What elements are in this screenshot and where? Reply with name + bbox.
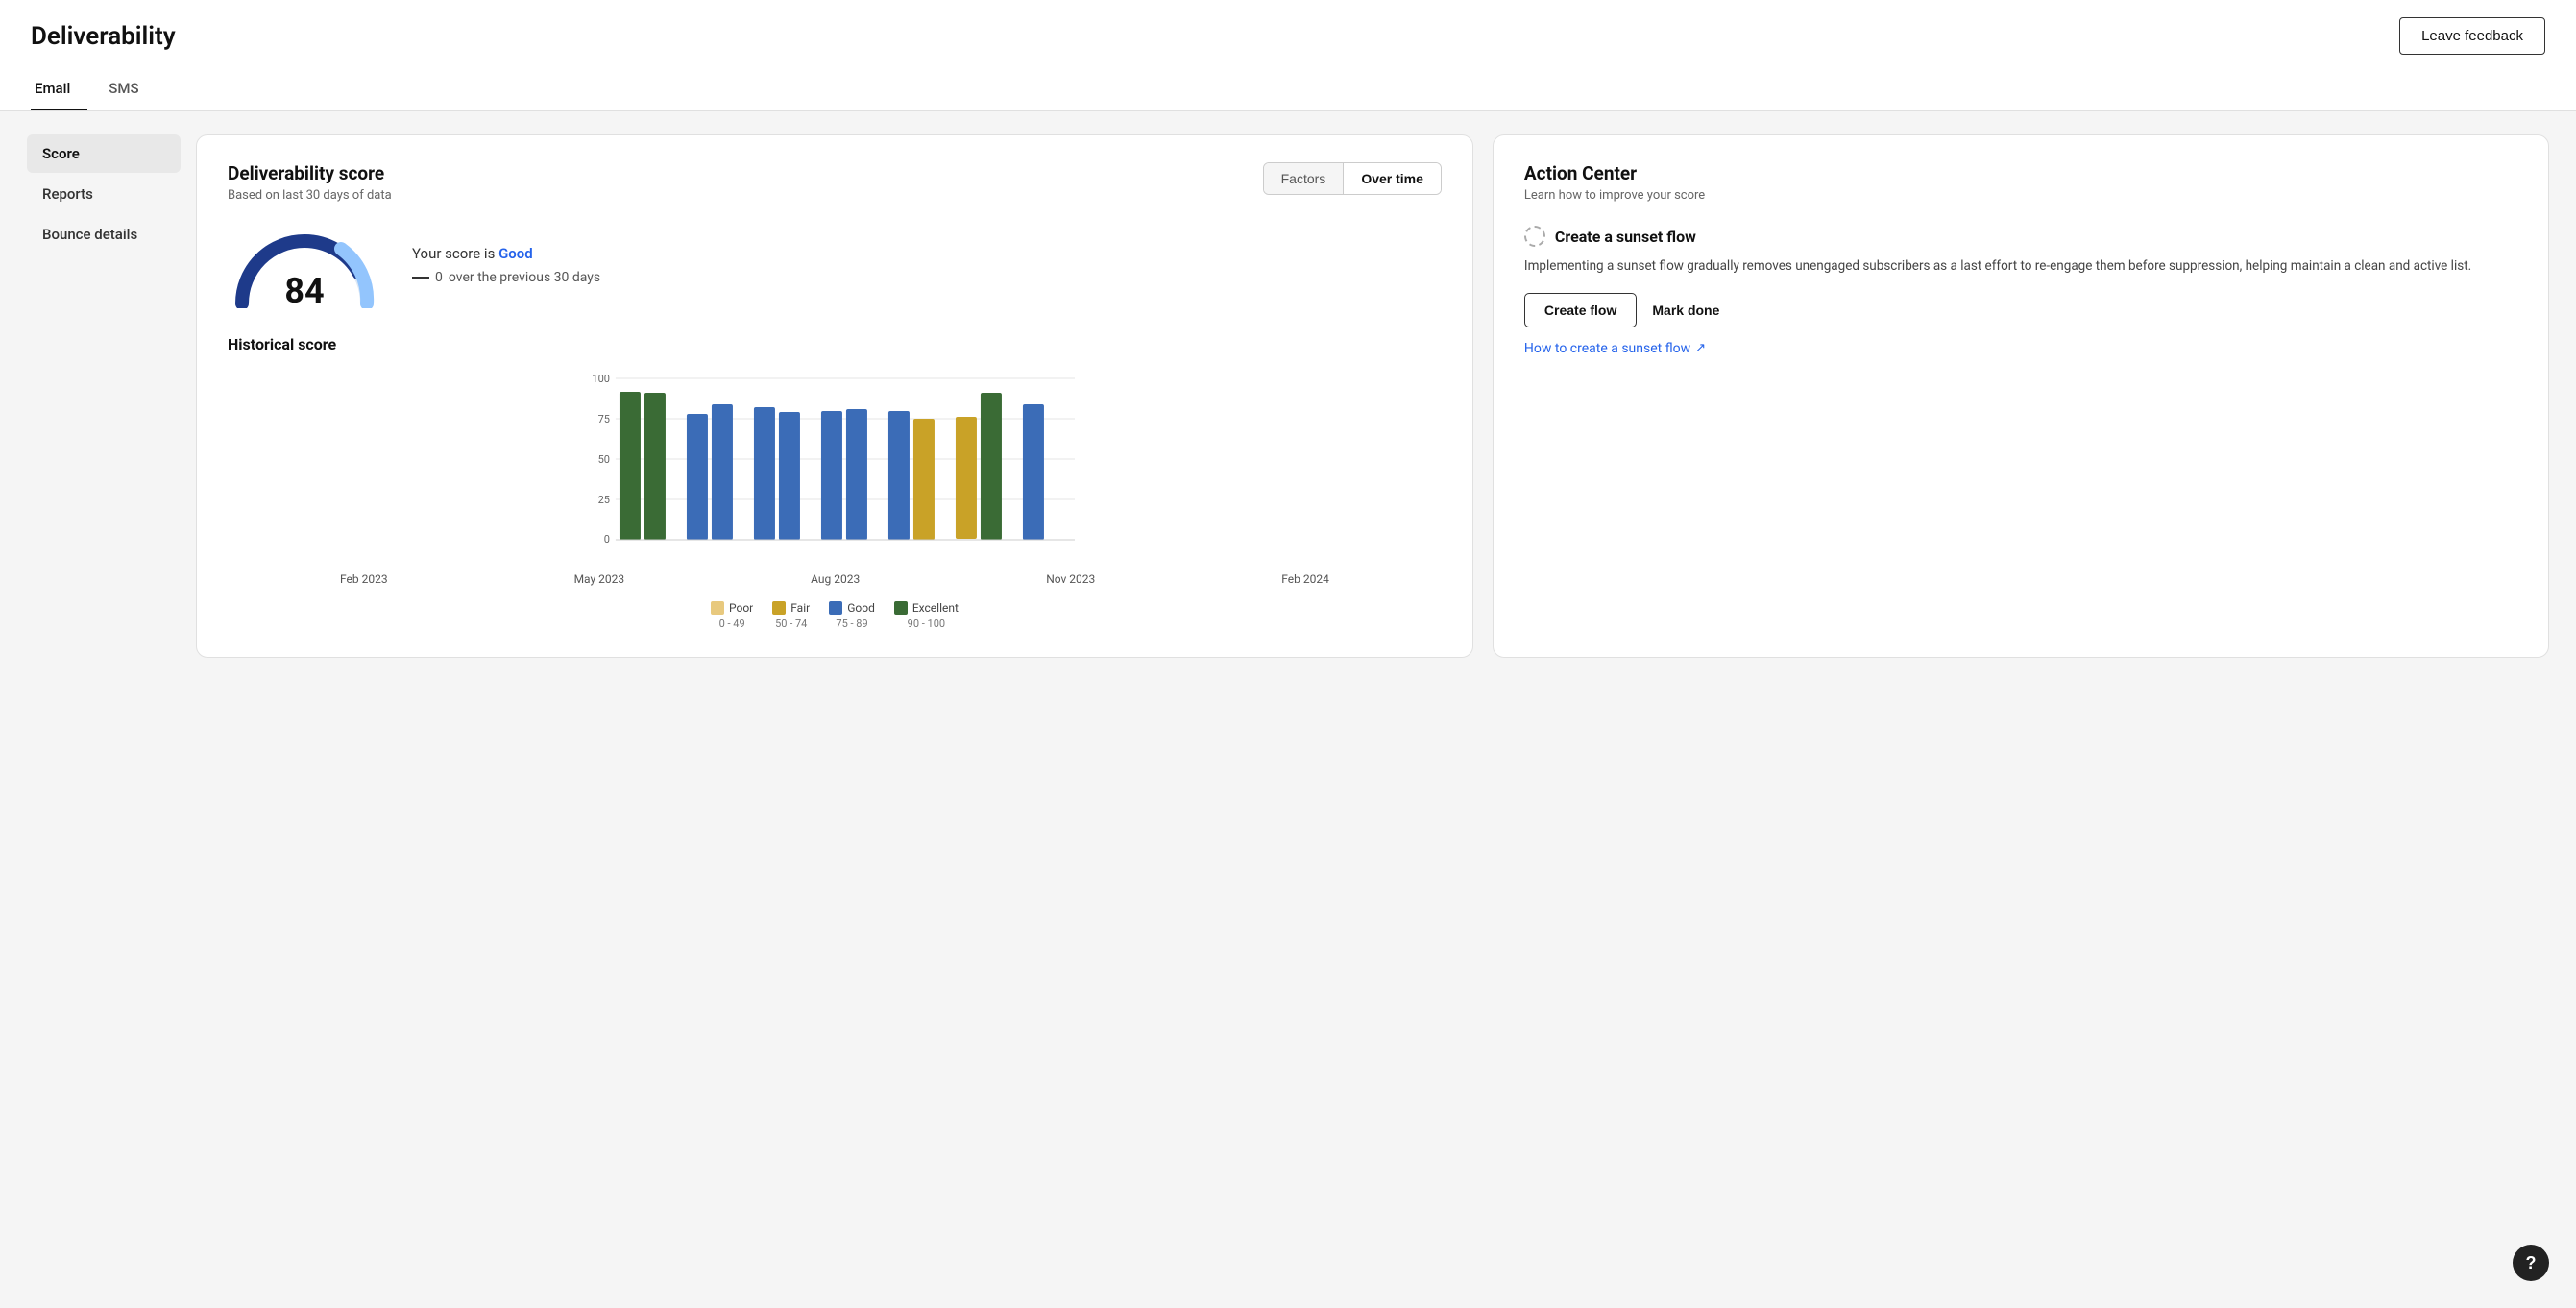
view-toggle: Factors Over time [1263,162,1442,195]
action-item-sunset-flow: Create a sunset flow Implementing a suns… [1524,226,2517,356]
main-content: Score Reports Bounce details Deliverabil… [0,111,2576,681]
legend-fair-range: 50 - 74 [775,618,807,630]
tab-bar: Email SMS [31,70,2545,110]
score-quality-line: Your score is Good [412,245,600,262]
gauge-container: 84 [228,222,381,308]
score-change-line: 0 over the previous 30 days [412,270,600,285]
sidebar-item-reports[interactable]: Reports [27,175,181,213]
chart-area: 100 75 50 25 0 [228,369,1442,561]
legend-good-label: Good [847,601,875,615]
action-item-header: Create a sunset flow [1524,226,2517,247]
action-link-label: How to create a sunset flow [1524,341,1690,356]
score-card: Deliverability score Based on last 30 da… [196,134,1473,658]
svg-text:25: 25 [598,494,610,506]
legend-good-swatch [829,601,842,615]
create-flow-button[interactable]: Create flow [1524,293,1637,327]
action-card: Action Center Learn how to improve your … [1493,134,2549,658]
action-card-title: Action Center [1524,162,2517,184]
leave-feedback-button[interactable]: Leave feedback [2399,17,2545,55]
legend-poor-swatch [711,601,724,615]
score-info: Your score is Good 0 over the previous 3… [412,245,600,285]
x-label-1: May 2023 [574,572,625,586]
legend-good: Good 75 - 89 [829,601,875,630]
gauge-section: 84 Your score is Good 0 over the previou… [228,222,1442,308]
cards-area: Deliverability score Based on last 30 da… [196,134,2549,658]
legend-excellent: Excellent 90 - 100 [894,601,959,630]
score-change-suffix: over the previous 30 days [449,270,600,285]
over-time-toggle-button[interactable]: Over time [1344,163,1441,194]
chart-svg: 100 75 50 25 0 [228,369,1442,561]
score-card-subtitle: Based on last 30 days of data [228,188,392,203]
legend-excellent-swatch [894,601,908,615]
action-item-name: Create a sunset flow [1555,228,1696,246]
sidebar: Score Reports Bounce details [27,134,181,658]
x-label-2: Aug 2023 [811,572,860,586]
svg-text:50: 50 [598,453,610,466]
sidebar-item-bounce-details[interactable]: Bounce details [27,215,181,254]
how-to-create-sunset-flow-link[interactable]: How to create a sunset flow ↗ [1524,341,2517,356]
header: Deliverability Leave feedback Email SMS [0,0,2576,111]
svg-text:0: 0 [604,533,610,545]
legend-excellent-range: 90 - 100 [908,618,945,630]
tab-sms[interactable]: SMS [105,70,156,110]
x-label-4: Feb 2024 [1281,572,1329,586]
help-button[interactable]: ? [2513,1245,2549,1281]
chart-wrapper: 100 75 50 25 0 [228,369,1442,630]
svg-text:100: 100 [592,373,610,385]
action-card-subtitle: Learn how to improve your score [1524,188,2517,203]
factors-toggle-button[interactable]: Factors [1264,163,1345,194]
legend-poor-range: 0 - 49 [719,618,745,630]
svg-text:75: 75 [598,413,610,425]
legend-poor-label: Poor [729,601,753,615]
gauge-number: 84 [228,274,381,308]
legend-fair: Fair 50 - 74 [772,601,810,630]
historical-score-title: Historical score [228,335,1442,353]
external-link-icon: ↗ [1695,341,1706,355]
x-label-3: Nov 2023 [1046,572,1095,586]
score-change-value: 0 [435,270,443,285]
legend-fair-swatch [772,601,786,615]
chart-x-labels: Feb 2023 May 2023 Aug 2023 Nov 2023 Feb … [228,572,1442,586]
legend-excellent-label: Excellent [912,601,959,615]
action-item-description: Implementing a sunset flow gradually rem… [1524,256,2517,278]
score-quality-value: Good [498,245,533,262]
legend-poor: Poor 0 - 49 [711,601,753,630]
score-card-title: Deliverability score [228,162,392,184]
dashed-circle-icon [1524,226,1545,247]
chart-legend: Poor 0 - 49 Fair 50 - 74 [228,601,1442,630]
action-buttons: Create flow Mark done [1524,293,2517,327]
dash-icon [412,277,429,279]
page-title: Deliverability [31,22,176,51]
legend-good-range: 75 - 89 [836,618,867,630]
x-label-0: Feb 2023 [340,572,388,586]
sidebar-item-score[interactable]: Score [27,134,181,173]
mark-done-button[interactable]: Mark done [1648,294,1723,327]
tab-email[interactable]: Email [31,70,87,110]
legend-fair-label: Fair [790,601,810,615]
